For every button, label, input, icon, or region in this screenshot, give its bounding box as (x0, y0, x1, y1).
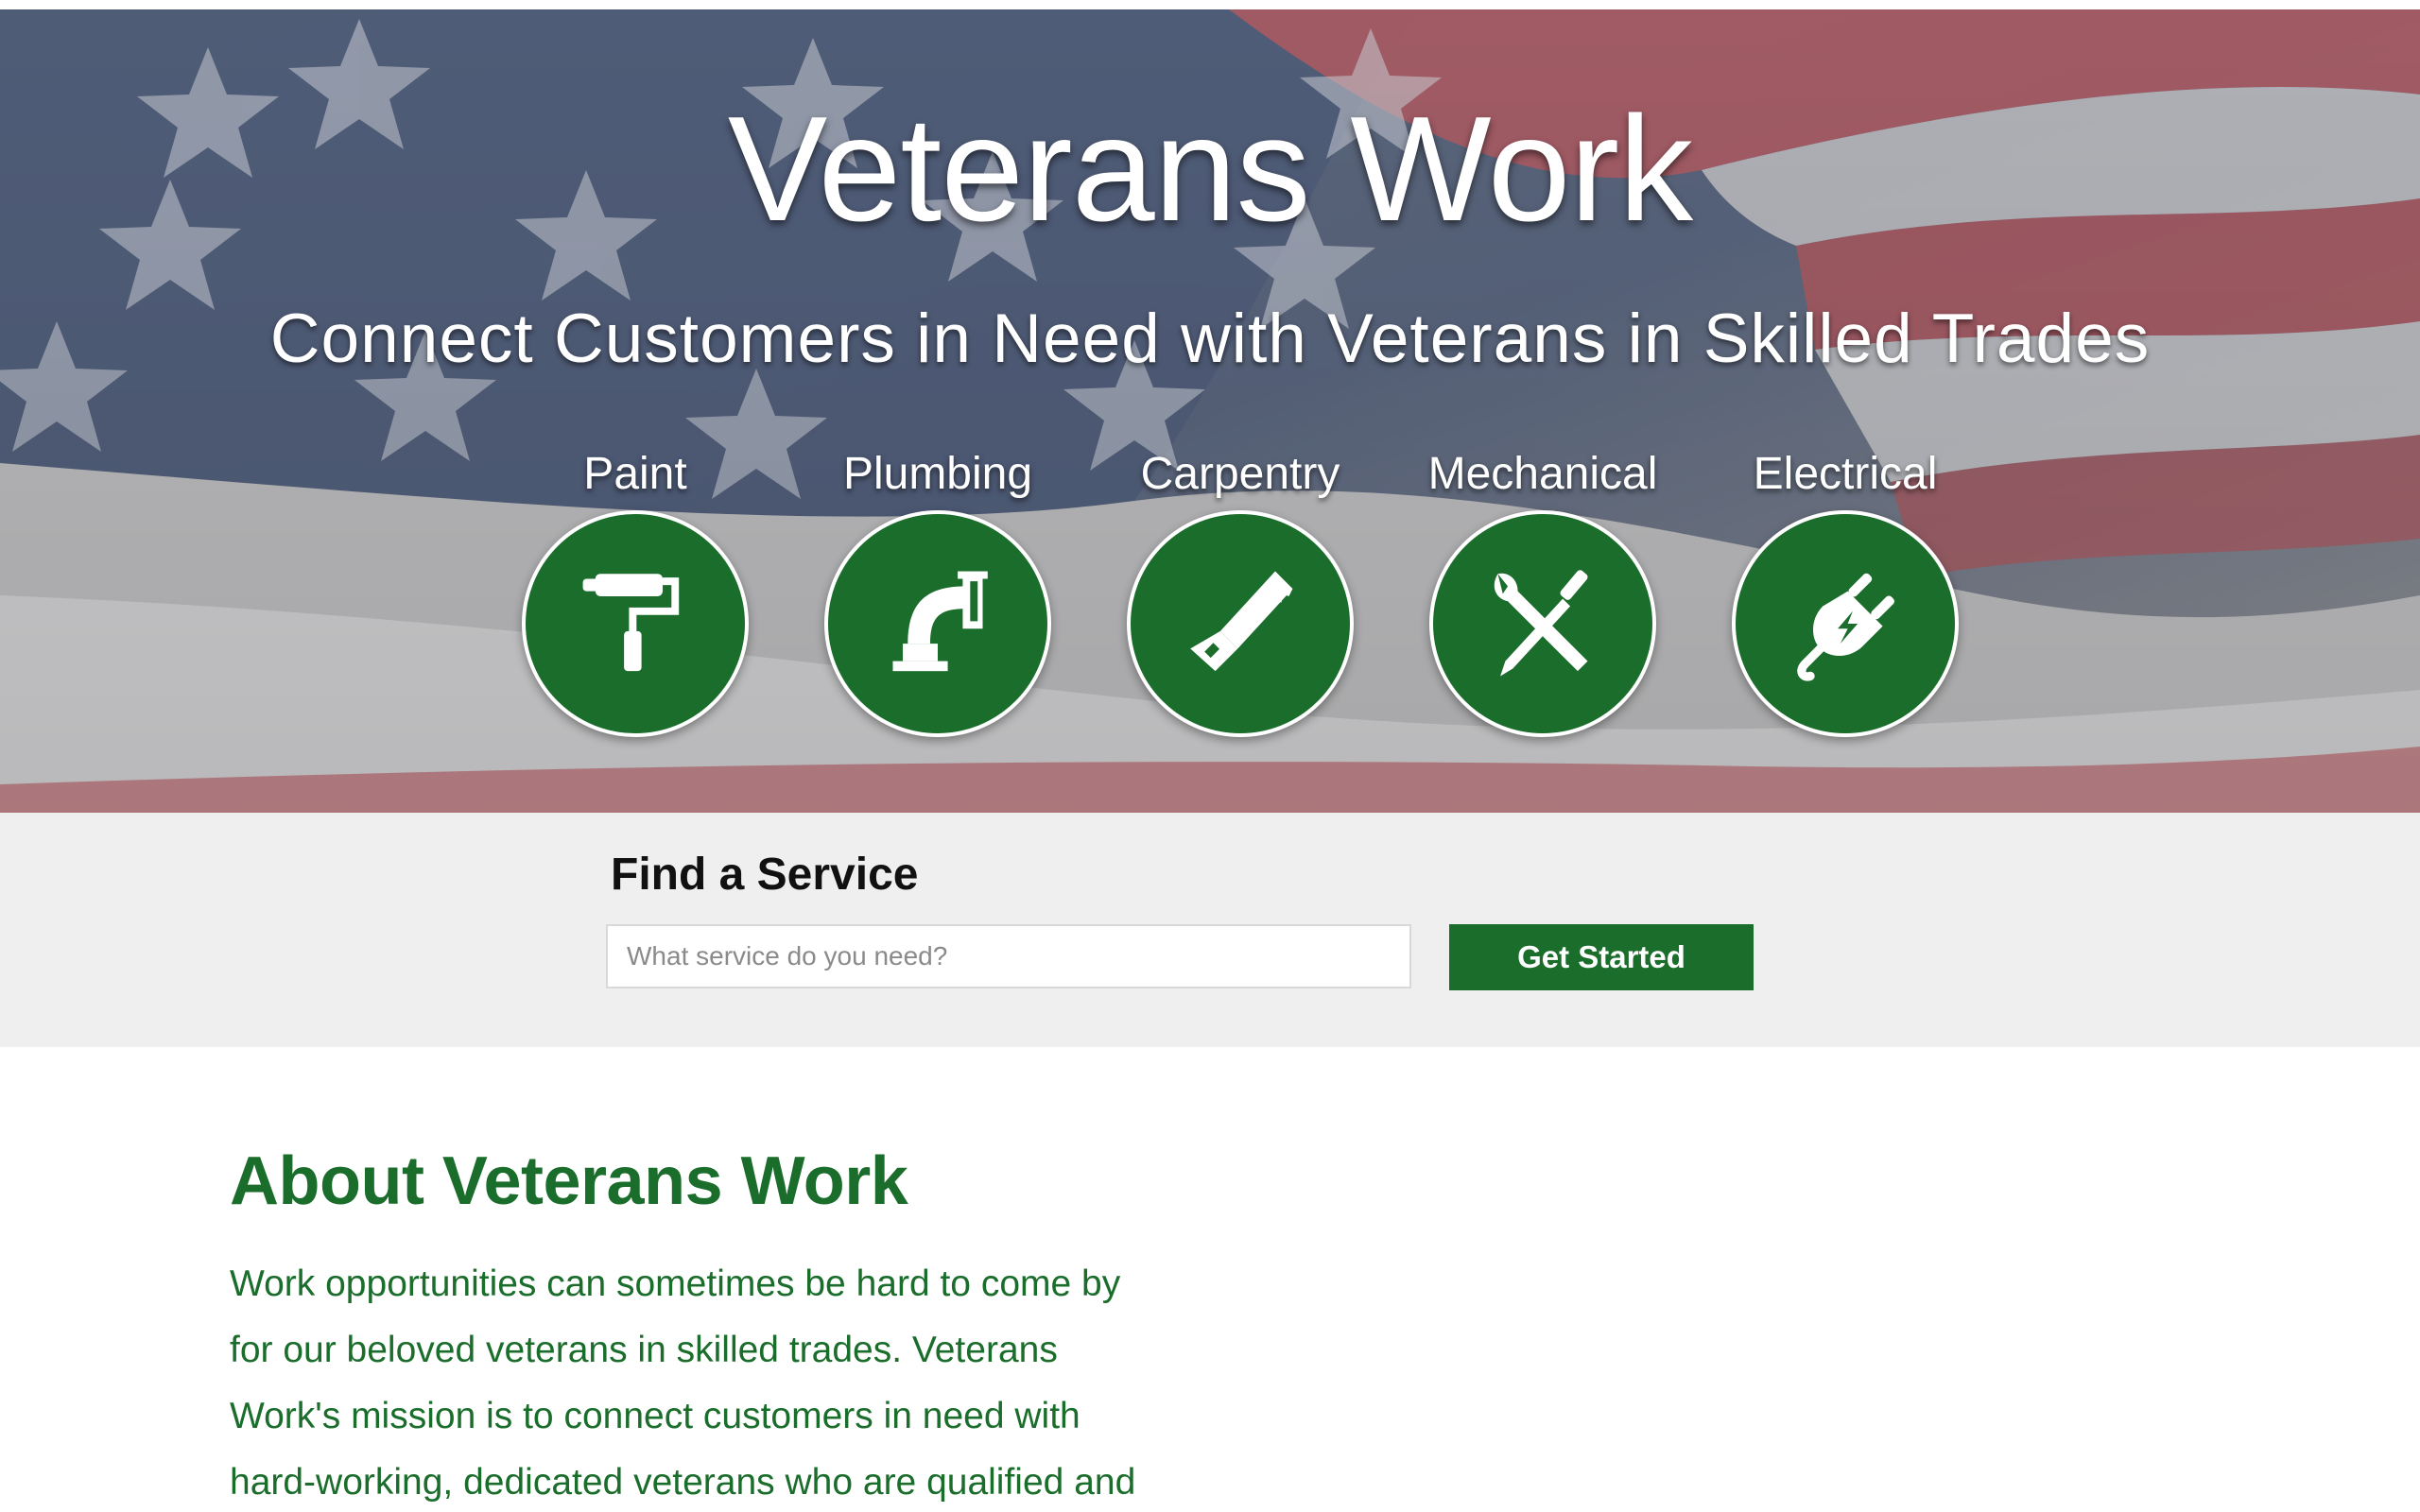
hero-banner: Veterans Work Connect Customers in Need … (0, 9, 2420, 813)
find-service-heading: Find a Service (611, 850, 919, 900)
service-circle[interactable] (1732, 510, 1959, 737)
page: Veterans Work Connect Customers in Need … (0, 0, 2420, 1512)
plug-icon (1797, 573, 1894, 681)
service-carpentry[interactable]: Carpentry (1098, 452, 1382, 737)
service-label: Mechanical (1427, 449, 1658, 499)
get-started-button[interactable]: Get Started (1449, 924, 1754, 990)
service-mechanical[interactable]: Mechanical (1401, 452, 1685, 737)
service-label: Carpentry (1140, 449, 1340, 499)
wrench-screwdriver-icon (1494, 570, 1588, 677)
service-label: Paint (583, 449, 687, 499)
service-circle[interactable] (824, 510, 1051, 737)
service-circle[interactable] (1429, 510, 1656, 737)
service-circle[interactable] (1127, 510, 1354, 737)
service-search-input[interactable] (606, 924, 1411, 988)
paint-roller-icon (582, 574, 680, 672)
about-paragraph: Work opportunities can sometimes be hard… (230, 1263, 1136, 1503)
service-circle[interactable] (522, 510, 749, 737)
site-title: Veterans Work (727, 86, 1693, 252)
service-label: Electrical (1753, 449, 1938, 499)
service-label: Plumbing (842, 449, 1033, 499)
find-service-section: Find a Service Get Started (0, 813, 2420, 1047)
service-electrical[interactable]: Electrical (1703, 452, 1987, 737)
about-heading: About Veterans Work (230, 1143, 908, 1219)
saw-icon (1190, 571, 1293, 672)
site-tagline: Connect Customers in Need with Veterans … (269, 301, 2151, 377)
service-plumbing[interactable]: Plumbing (796, 452, 1080, 737)
pipe-elbow-icon (892, 571, 988, 672)
service-paint[interactable]: Paint (493, 452, 777, 737)
